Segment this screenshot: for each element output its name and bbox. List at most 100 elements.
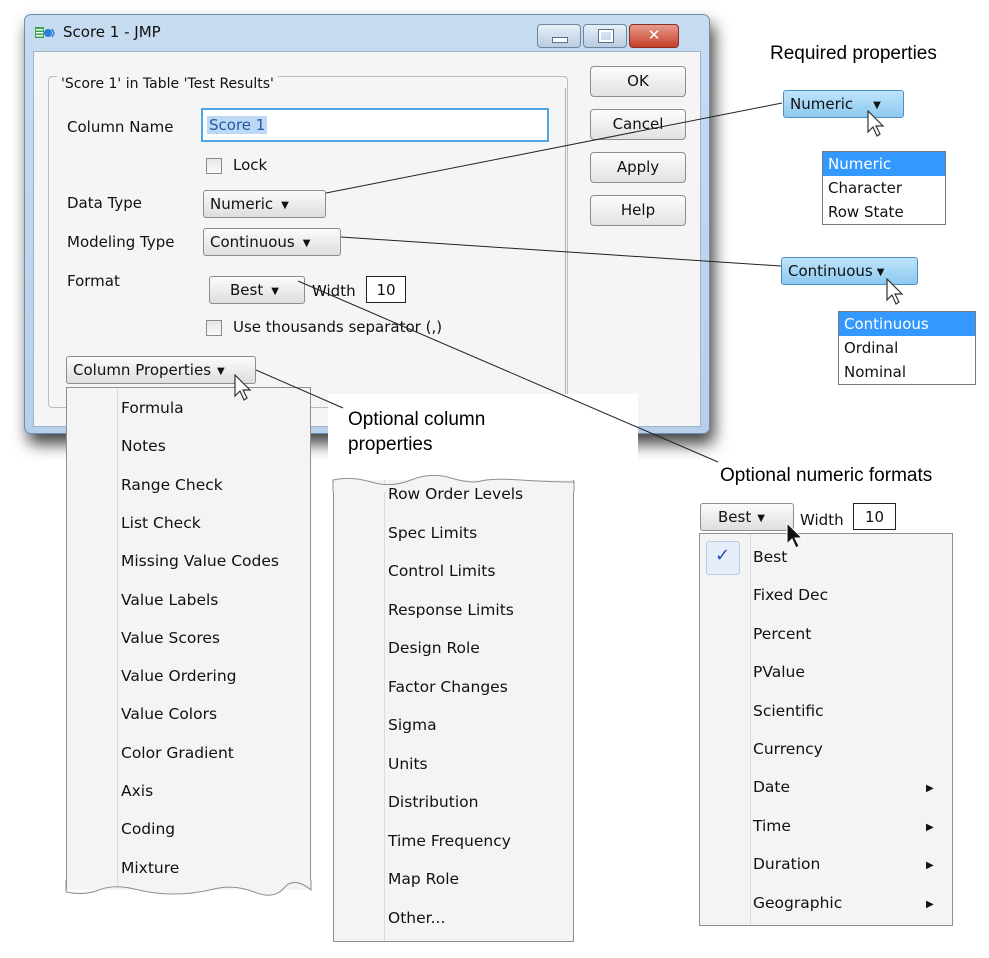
- modeling-type-option-nominal[interactable]: Nominal: [839, 360, 975, 384]
- menu-item-other-[interactable]: Other...: [388, 909, 445, 927]
- menu-item-control-limits[interactable]: Control Limits: [388, 562, 495, 580]
- column-name-label: Column Name: [67, 118, 174, 136]
- apply-button[interactable]: Apply: [590, 152, 686, 183]
- modeling-type-option-continuous[interactable]: Continuous: [839, 312, 975, 336]
- submenu-arrow-icon: ▶: [926, 898, 934, 910]
- minimize-button[interactable]: [537, 24, 581, 48]
- modeling-type-option-ordinal[interactable]: Ordinal: [839, 336, 975, 360]
- group-divider: [565, 88, 566, 406]
- menu-item-distribution[interactable]: Distribution: [388, 793, 478, 811]
- menu-item-axis[interactable]: Axis: [121, 782, 153, 800]
- callout-optional-numeric-formats: Optional numeric formats: [720, 465, 933, 486]
- mouse-pointer-icon: [886, 278, 904, 305]
- title-bar[interactable]: Score 1 - JMP ✕: [25, 15, 709, 49]
- lock-label: Lock: [233, 156, 268, 174]
- modeling-type-popup-value: Continuous: [788, 262, 873, 280]
- format-item-time[interactable]: Time: [753, 817, 791, 835]
- menu-item-value-labels[interactable]: Value Labels: [121, 591, 218, 609]
- column-name-value: Score 1: [207, 116, 268, 134]
- menu-item-response-limits[interactable]: Response Limits: [388, 601, 514, 619]
- modeling-type-options-list: Continuous Ordinal Nominal: [838, 311, 976, 385]
- data-type-dropdown[interactable]: Numeric ▼: [203, 190, 326, 218]
- format-item-currency[interactable]: Currency: [753, 740, 823, 758]
- mouse-pointer-icon: [786, 522, 804, 549]
- ok-button[interactable]: OK: [590, 66, 686, 97]
- format-item-pvalue[interactable]: PValue: [753, 663, 805, 681]
- checkmark-icon: ✓: [706, 541, 740, 575]
- menu-gutter: [117, 388, 118, 890]
- chevron-down-icon: ▼: [876, 267, 885, 278]
- menu-item-time-frequency[interactable]: Time Frequency: [388, 832, 511, 850]
- callout-optional-column-line2: properties: [348, 434, 433, 455]
- format-item-best[interactable]: Best: [753, 548, 787, 566]
- modeling-type-dropdown[interactable]: Continuous ▼: [203, 228, 341, 256]
- format-value: Best: [230, 281, 264, 299]
- column-properties-dropdown[interactable]: Column Properties ▼: [66, 356, 256, 384]
- menu-item-formula[interactable]: Formula: [121, 399, 184, 417]
- submenu-arrow-icon: ▶: [926, 860, 934, 872]
- menu-item-value-ordering[interactable]: Value Ordering: [121, 667, 237, 685]
- data-type-option-row-state[interactable]: Row State: [823, 200, 945, 224]
- format-popup-width-input[interactable]: 10: [853, 503, 896, 530]
- format-item-fixed-dec[interactable]: Fixed Dec: [753, 586, 828, 604]
- mouse-pointer-icon: [867, 110, 885, 137]
- callout-optional-column-line1: Optional column: [348, 409, 486, 430]
- menu-item-sigma[interactable]: Sigma: [388, 716, 437, 734]
- column-name-input[interactable]: Score 1: [201, 108, 549, 142]
- menu-item-value-scores[interactable]: Value Scores: [121, 629, 220, 647]
- format-label: Format: [67, 272, 120, 290]
- modeling-type-label: Modeling Type: [67, 233, 175, 251]
- cancel-button[interactable]: Cancel: [590, 109, 686, 140]
- format-item-geographic[interactable]: Geographic: [753, 894, 842, 912]
- menu-item-value-colors[interactable]: Value Colors: [121, 705, 217, 723]
- width-input[interactable]: 10: [366, 276, 406, 303]
- close-button[interactable]: ✕: [629, 24, 679, 48]
- format-dropdown[interactable]: Best ▼: [209, 276, 305, 304]
- callout-required-properties: Required properties: [770, 43, 937, 64]
- lock-checkbox[interactable]: [206, 158, 222, 174]
- chevron-down-icon: ▼: [302, 238, 311, 249]
- data-type-value: Numeric: [210, 195, 274, 213]
- column-properties-label: Column Properties: [73, 361, 212, 379]
- menu-item-list-check[interactable]: List Check: [121, 514, 201, 532]
- data-type-option-numeric[interactable]: Numeric: [823, 152, 945, 176]
- data-type-option-character[interactable]: Character: [823, 176, 945, 200]
- menu-item-coding[interactable]: Coding: [121, 820, 175, 838]
- menu-item-map-role[interactable]: Map Role: [388, 870, 459, 888]
- menu-gutter: [384, 480, 385, 941]
- submenu-arrow-icon: ▶: [926, 821, 934, 833]
- menu-item-missing-value-codes[interactable]: Missing Value Codes: [121, 552, 279, 570]
- menu-item-notes[interactable]: Notes: [121, 437, 166, 455]
- chevron-down-icon: ▼: [271, 286, 279, 297]
- menu-gutter: [750, 534, 751, 925]
- menu-item-mixture[interactable]: Mixture: [121, 859, 179, 877]
- format-item-date[interactable]: Date: [753, 778, 790, 796]
- format-item-duration[interactable]: Duration: [753, 855, 820, 873]
- data-type-options-list: Numeric Character Row State: [822, 151, 946, 225]
- format-popup-button[interactable]: Best ▼: [700, 503, 794, 531]
- help-button[interactable]: Help: [590, 195, 686, 226]
- data-type-label: Data Type: [67, 194, 143, 212]
- maximize-button[interactable]: [583, 24, 627, 48]
- modeling-type-value: Continuous: [210, 233, 295, 251]
- jmp-app-icon: [35, 27, 55, 38]
- submenu-arrow-icon: ▶: [926, 783, 934, 795]
- torn-edge-bottom: [65, 880, 312, 896]
- thousands-separator-label: Use thousands separator (,): [233, 318, 443, 336]
- mouse-pointer-icon: [234, 374, 252, 401]
- menu-item-spec-limits[interactable]: Spec Limits: [388, 524, 477, 542]
- data-type-popup-value: Numeric: [790, 95, 854, 113]
- menu-item-units[interactable]: Units: [388, 755, 428, 773]
- menu-item-color-gradient[interactable]: Color Gradient: [121, 744, 234, 762]
- format-item-scientific[interactable]: Scientific: [753, 702, 824, 720]
- close-icon: ✕: [647, 26, 661, 44]
- chevron-down-icon: ▼: [281, 200, 289, 211]
- menu-item-design-role[interactable]: Design Role: [388, 639, 480, 657]
- width-label: Width: [312, 282, 356, 300]
- menu-item-factor-changes[interactable]: Factor Changes: [388, 678, 508, 696]
- thousands-separator-checkbox[interactable]: [206, 320, 222, 336]
- format-item-percent[interactable]: Percent: [753, 625, 811, 643]
- group-title: 'Score 1' in Table 'Test Results': [57, 76, 278, 92]
- menu-item-row-order-levels[interactable]: Row Order Levels: [388, 485, 523, 503]
- menu-item-range-check[interactable]: Range Check: [121, 476, 223, 494]
